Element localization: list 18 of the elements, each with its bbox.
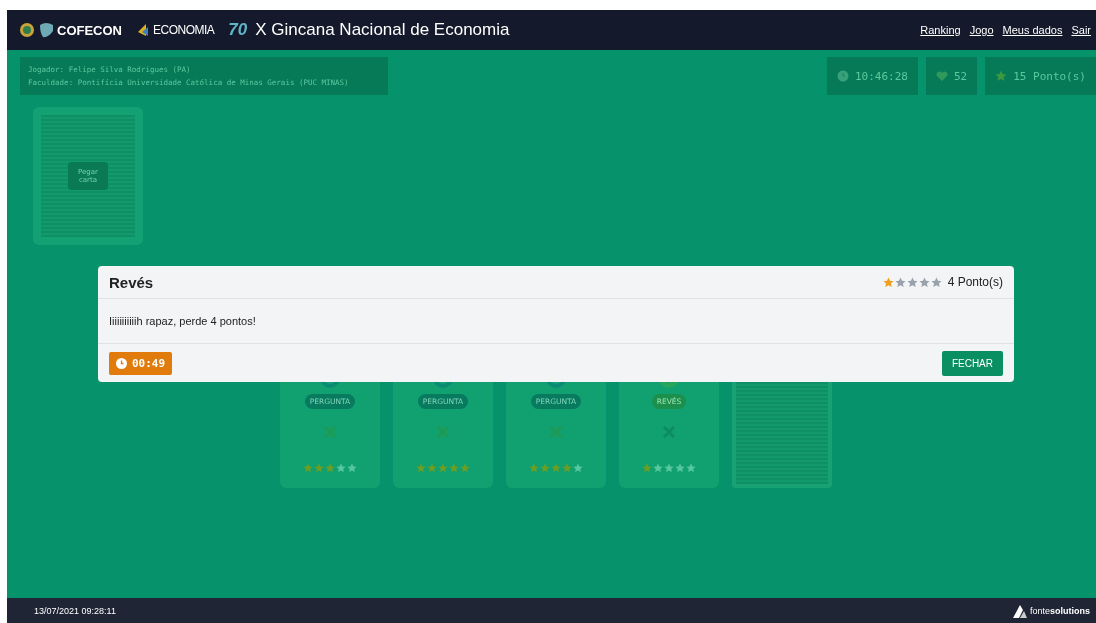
- nav-link[interactable]: Meus dados: [1002, 24, 1063, 36]
- page-title: X Gincana Nacional de Economia: [255, 20, 511, 40]
- timer-badge: 00:49: [109, 352, 173, 375]
- close-button[interactable]: FECHAR: [941, 351, 1003, 376]
- points-text: 4 Ponto(s): [947, 275, 1003, 289]
- nav-link[interactable]: Sair: [1071, 24, 1091, 36]
- brand-logo: fontesolutions: [1012, 603, 1090, 618]
- stat-value: 52: [953, 69, 968, 83]
- modal-title: Revés: [109, 273, 154, 291]
- nav-link[interactable]: Jogo: [969, 24, 994, 36]
- stat-value: 10:46:28: [854, 69, 908, 83]
- logo-text: ECONOMIA: [153, 23, 215, 37]
- nav-link[interactable]: Ranking: [920, 24, 961, 36]
- anniversary-logo: 70: [228, 20, 248, 40]
- stat-value: 15 Ponto(s): [1013, 69, 1086, 83]
- date-time: 13/07/2021 09:28:11: [34, 605, 116, 616]
- logo-text: COFECON: [57, 22, 122, 38]
- modal-message: Iiiiiiiiiiih rapaz, perde 4 pontos!: [109, 315, 256, 327]
